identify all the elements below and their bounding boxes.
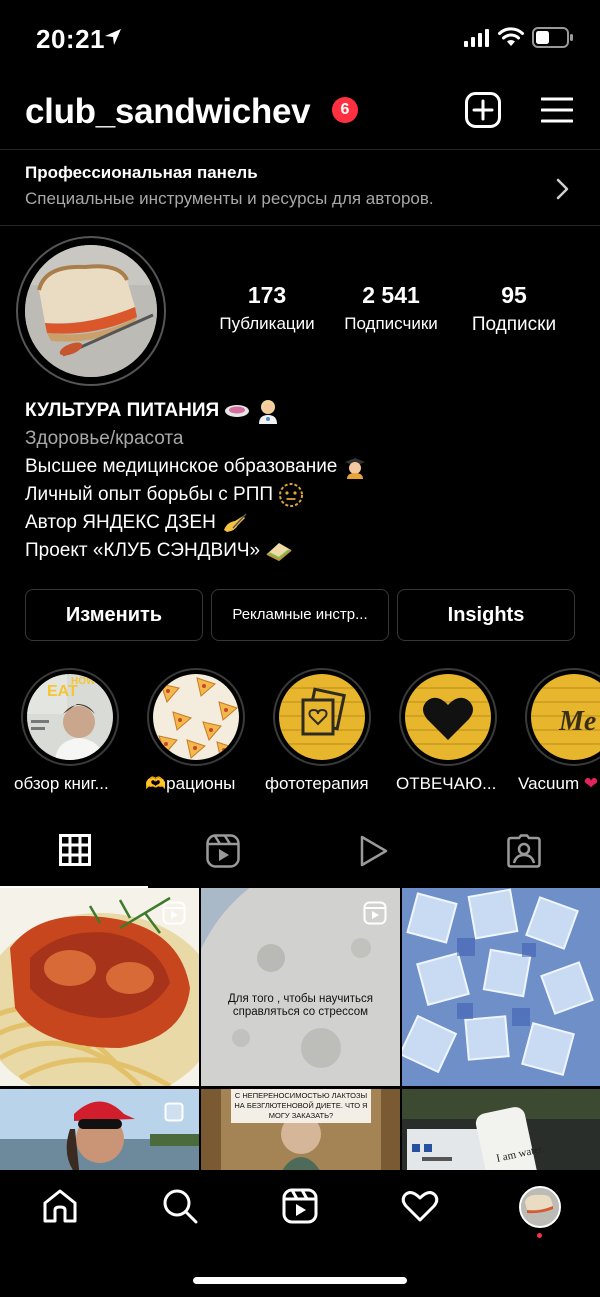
- pizza-slices-icon: [153, 674, 239, 760]
- bio-line: Высшее медицинское образование: [25, 453, 585, 481]
- reels-icon[interactable]: [206, 834, 240, 868]
- chevron-right-icon: [556, 178, 569, 200]
- grid-icon[interactable]: [59, 834, 91, 866]
- posts-grid: Для того , чтобы научиться справляться с…: [0, 888, 600, 1170]
- post-caption: С НЕПЕРЕНОСИМОСТЬЮ ЛАКТОЗЫ НА БЕЗГЛЮТЕНО…: [231, 1089, 371, 1123]
- bio-category: Здоровье/красота: [25, 428, 184, 449]
- heart-icon: [405, 674, 491, 760]
- search-icon[interactable]: [162, 1188, 198, 1224]
- reels-icon[interactable]: [282, 1188, 318, 1224]
- photos-icon: [279, 674, 365, 760]
- highlight-label: ОТВЕЧАЮ...: [396, 774, 497, 793]
- red-heart-icon: ❤: [583, 774, 599, 793]
- divider: [0, 225, 600, 226]
- reel-badge-icon: [363, 901, 387, 925]
- doctor-emoji-icon: [258, 399, 277, 424]
- cellular-signal-icon: [464, 29, 489, 47]
- menu-icon[interactable]: [541, 96, 573, 124]
- stat-value: 173: [247, 282, 287, 308]
- stat-following[interactable]: 95 Подписки: [455, 282, 573, 336]
- bio-line-text: Личный опыт борьбы с РПП: [25, 484, 274, 505]
- notification-badge[interactable]: 6: [332, 97, 358, 123]
- stat-value: 2 541: [362, 282, 420, 308]
- status-time: 20:21: [36, 24, 105, 54]
- sandwich-photo: [521, 1188, 559, 1226]
- stat-followers[interactable]: 2 541 Подписчики: [331, 282, 451, 334]
- post-thumbnail[interactable]: [402, 888, 600, 1086]
- stat-label: Публикации: [219, 314, 315, 333]
- bio-name-line: КУЛЬТУРА ПИТАНИЯ: [25, 397, 585, 425]
- profile-username[interactable]: club_sandwichev: [25, 92, 311, 132]
- writing-hand-icon: [224, 513, 247, 532]
- battery-icon: [532, 27, 573, 48]
- tagged-icon[interactable]: [507, 834, 541, 868]
- neutral-face-dotted-icon: [279, 482, 304, 507]
- professional-dashboard[interactable]: Профессиональная панель Специальные инст…: [0, 150, 600, 226]
- bio-line: Проект «КЛУБ СЭНДВИЧ»: [25, 537, 585, 565]
- home-icon[interactable]: [42, 1188, 78, 1224]
- post-caption: Для того , чтобы научиться справляться с…: [228, 993, 373, 1018]
- stat-label: Подписки: [471, 314, 557, 335]
- graduate-emoji-icon: [344, 457, 365, 479]
- edit-profile-button[interactable]: Изменить: [25, 589, 203, 641]
- post-thumbnail[interactable]: Для того , чтобы научиться справляться с…: [201, 888, 400, 1086]
- bottom-navigation: [0, 1170, 600, 1297]
- insights-button[interactable]: Insights: [397, 589, 575, 641]
- wifi-icon: [498, 27, 524, 46]
- water-product-photo: I am water.: [402, 1089, 600, 1170]
- profile-header: club_sandwichev: [0, 80, 600, 148]
- status-bar: 20:21: [0, 0, 600, 76]
- play-icon[interactable]: [358, 834, 390, 868]
- bio-line-text: Проект «КЛУБ СЭНДВИЧ»: [25, 540, 261, 561]
- bio-line-text: Автор ЯНДЕКС ДЗЕН: [25, 512, 216, 533]
- bio-name: КУЛЬТУРА ПИТАНИЯ: [25, 400, 220, 421]
- reel-badge-icon: [162, 901, 186, 925]
- highlight-label: Vacuum ❤: [518, 774, 598, 794]
- home-indicator: [193, 1277, 407, 1284]
- pro-panel-title: Профессиональная панель: [25, 163, 258, 182]
- highlight-label: обзор книг...: [14, 774, 109, 793]
- plate-icon: [225, 404, 250, 417]
- highlight-label-text: Vacuum: [518, 774, 580, 793]
- magazine-cover-icon: EAT HOW: [27, 674, 113, 760]
- profile-avatar[interactable]: [25, 245, 157, 377]
- sandwich-icon: [266, 542, 293, 562]
- post-thumbnail[interactable]: [0, 888, 199, 1086]
- multiple-photos-icon: [164, 1102, 184, 1122]
- bio-line: Автор ЯНДЕКС ДЗЕН: [25, 509, 585, 537]
- heart-icon[interactable]: [401, 1188, 439, 1224]
- highlight-label: фототерапия: [265, 774, 369, 793]
- post-thumbnail[interactable]: I am water.: [402, 1089, 600, 1170]
- stat-label: Подписчики: [344, 314, 438, 333]
- stat-value: 95: [501, 282, 527, 308]
- sandwich-photo: [25, 245, 157, 377]
- ice-cubes-photo: [402, 888, 600, 1086]
- bio-line-text: Высшее медицинское образование: [25, 456, 338, 477]
- location-arrow-icon: [105, 29, 121, 45]
- ad-tools-button[interactable]: Рекламные инстр...: [211, 589, 389, 641]
- svg-text:Me: Me: [558, 706, 596, 737]
- post-thumbnail[interactable]: [0, 1089, 199, 1170]
- stat-posts[interactable]: 173 Публикации: [207, 282, 327, 334]
- pro-panel-subtitle: Специальные инструменты и ресурсы для ав…: [25, 189, 434, 208]
- activity-dot: [537, 1233, 542, 1238]
- profile-avatar-tab[interactable]: [519, 1186, 561, 1228]
- profile-bio: КУЛЬТУРА ПИТАНИЯ Здоровье/красота Высшее…: [25, 397, 585, 565]
- bio-line: Личный опыт борьбы с РПП: [25, 481, 585, 509]
- create-post-button[interactable]: [465, 92, 501, 128]
- post-thumbnail[interactable]: С НЕПЕРЕНОСИМОСТЬЮ ЛАКТОЗЫ НА БЕЗГЛЮТЕНО…: [201, 1089, 400, 1170]
- highlight-label: 🫶рационы: [145, 774, 236, 793]
